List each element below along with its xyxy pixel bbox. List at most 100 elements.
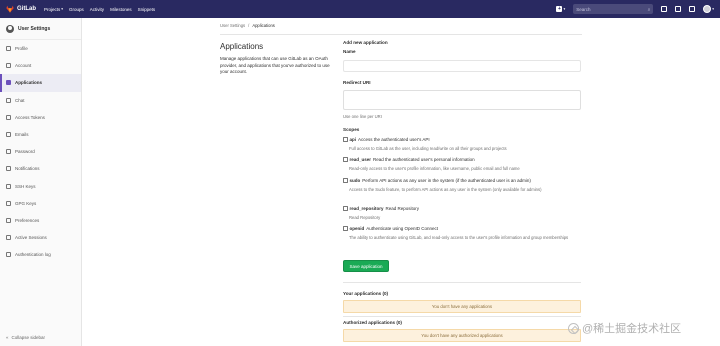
search-input[interactable]: Search ⌕ [573,4,654,14]
sidebar-item-access-tokens[interactable]: Access Tokens [0,109,81,126]
sidebar-item-label: Preferences [15,217,40,223]
scope-help: Read Repository [349,215,381,220]
divider [343,316,581,317]
scopes-label: Scopes [343,127,360,132]
chevron-down-icon: ▾ [563,7,566,11]
user-avatar-icon [6,24,14,33]
avatar [703,5,712,13]
sidebar-item-label: Access Tokens [15,114,45,120]
nav-activity[interactable]: Activity [90,7,104,12]
sidebar-item-active-sessions[interactable]: Active Sessions [0,229,81,246]
brand-name: GitLab [17,6,36,12]
scope-help: Read-only access to the user's profile i… [349,166,520,171]
grid-icon [6,80,11,86]
scope-read-user: read_user Read the authenticated user's p… [343,157,581,172]
merge-request-icon[interactable] [675,6,682,12]
scope-checkbox[interactable] [343,137,348,142]
scope-api: api Access the authenticated user's API F… [343,137,581,152]
tanuki-icon [6,5,14,13]
scope-name: sudo [349,178,361,183]
watermark-text: @稀土掘金技术社区 [582,323,682,335]
collapse-sidebar-label: Collapse sidebar [11,335,46,340]
double-chevron-left-icon: « [6,335,9,340]
page-title: Applications [220,42,264,51]
scope-sudo: sudo Perform API actions as any user in t… [343,178,581,193]
scope-help: Access to the Sudo feature, to perform A… [349,187,542,192]
envelope-icon [6,132,11,138]
key-icon [6,183,11,189]
scope-checkbox[interactable] [343,226,348,231]
todo-icon[interactable] [689,6,696,12]
sidebar-item-label: Applications [15,80,43,86]
scope-desc: Read the authenticated user's personal i… [373,157,475,162]
chevron-down-icon: ▾ [61,7,64,11]
plus-icon: + [556,6,563,12]
juejin-logo-icon [568,322,579,334]
sidebar-item-label: Authentication log [15,252,51,258]
form-heading: Add new application [343,40,388,45]
redirect-uri-help: Use one line per URI [343,114,382,119]
watermark: @稀土掘金技术社区 [568,320,681,336]
scope-desc: Perform API actions as any user in the s… [362,178,531,183]
authorized-applications-empty: You don't have any authorized applicatio… [343,329,581,342]
sidebar-item-chat[interactable]: Chat [0,92,81,109]
key-icon [6,114,11,120]
nav-projects[interactable]: Projects ▾ [44,7,63,12]
sidebar-item-notifications[interactable]: Notifications [0,160,81,177]
key-icon [6,200,11,206]
nav-milestones[interactable]: Milestones [110,7,132,12]
gitlab-logo[interactable]: GitLab [6,5,36,13]
scope-openid: openid Authenticate using OpenID Connect … [343,226,581,241]
sidebar-nav: Profile Account Applications Chat Access Tok… [0,40,81,263]
sidebar-item-preferences[interactable]: Preferences [0,212,81,229]
scope-name: read_repository [349,206,384,211]
issues-icon[interactable] [661,6,668,12]
monitor-icon [6,235,11,241]
sidebar-item-label: Emails [15,132,29,138]
sidebar-item-password[interactable]: Password [0,143,81,160]
sidebar-item-label: Active Sessions [15,235,47,241]
scope-checkbox[interactable] [343,206,348,211]
list-icon [6,252,11,258]
divider [343,282,581,283]
redirect-uri-input[interactable] [343,90,581,110]
sidebar-title: User Settings [18,25,51,32]
sidebar-header[interactable]: User Settings [0,18,81,40]
gear-icon [6,63,11,69]
sidebar-item-label: Account [15,63,32,69]
new-application-form: Add new application Name [343,40,581,54]
scope-name: read_user [349,157,372,162]
name-input[interactable] [343,60,581,72]
sidebar-item-profile[interactable]: Profile [0,40,81,57]
authorized-applications-title: Authorized applications (0) [343,320,402,325]
search-icon: ⌕ [647,6,651,12]
sidebar-item-emails[interactable]: Emails [0,126,81,143]
search-placeholder: Search [576,6,591,12]
scope-checkbox[interactable] [343,157,348,162]
your-applications-empty: You don't have any applications [343,300,581,313]
sidebar-item-label: GPG Keys [15,200,37,206]
breadcrumb-current: Applications [252,23,275,28]
divider [220,34,582,35]
scope-help: Full access to GitLab as the user, inclu… [349,146,507,151]
save-application-button[interactable]: Save application [343,260,389,272]
breadcrumb-separator: / [248,23,250,28]
scope-checkbox[interactable] [343,178,348,183]
bell-icon [6,166,11,172]
collapse-sidebar-button[interactable]: « Collapse sidebar [6,335,45,340]
breadcrumb-parent[interactable]: User Settings [220,23,245,28]
sidebar-item-gpg-keys[interactable]: GPG Keys [0,195,81,212]
scope-desc: Read Repository [385,206,420,211]
sidebar-item-authentication-log[interactable]: Authentication log [0,246,81,263]
nav-snippets[interactable]: Snippets [138,7,156,12]
sidebar-item-applications[interactable]: Applications [0,74,81,92]
chevron-down-icon: ▾ [712,7,714,11]
nav-groups[interactable]: Groups [69,7,84,12]
nav-projects-label: Projects [44,6,61,12]
sidebar-item-account[interactable]: Account [0,57,81,74]
new-item-button[interactable]: + ▾ [556,6,565,12]
scope-name: api [349,137,357,142]
sidebar-item-ssh-keys[interactable]: SSH Keys [0,178,81,195]
user-menu[interactable]: ▾ [703,5,714,13]
sidebar-item-label: Profile [15,46,28,52]
